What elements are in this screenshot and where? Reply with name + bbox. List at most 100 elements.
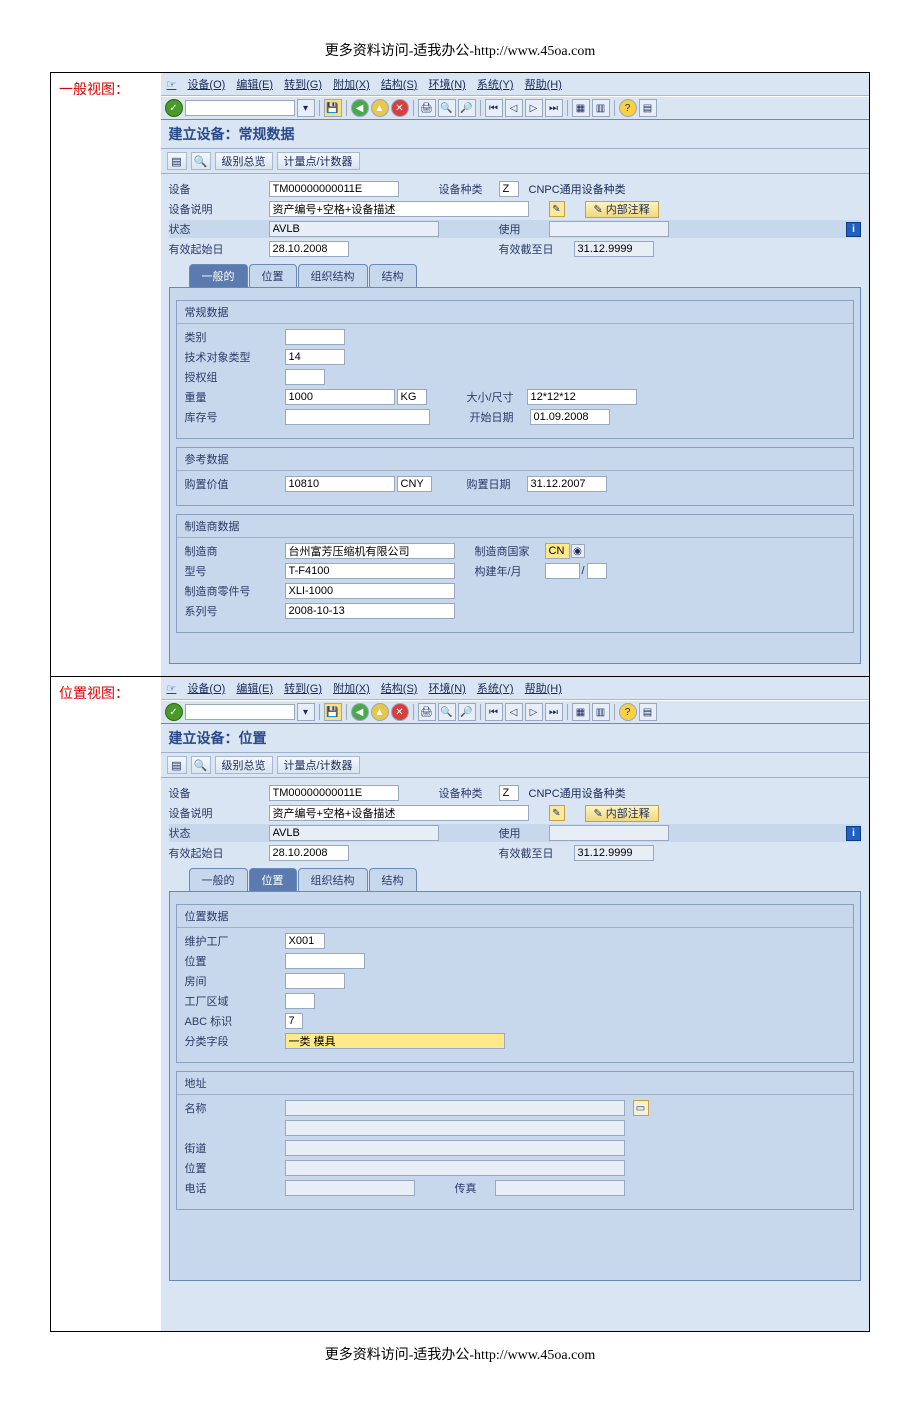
shortcut-icon[interactable]: ▥: [592, 99, 610, 117]
serial-field[interactable]: [285, 603, 455, 619]
next-page-icon[interactable]: ▷: [525, 99, 543, 117]
back-icon[interactable]: ◀: [351, 99, 369, 117]
menu-icon[interactable]: ☞: [167, 79, 177, 91]
tab-location[interactable]: 位置: [249, 868, 297, 891]
menu-environment[interactable]: 环境(N): [429, 683, 466, 695]
address-details-icon[interactable]: ▭: [633, 1100, 649, 1116]
first-page-icon[interactable]: ⏮: [485, 99, 503, 117]
exit-icon[interactable]: ▲: [371, 703, 389, 721]
mfr-country-field[interactable]: [545, 543, 570, 559]
model-field[interactable]: [285, 563, 455, 579]
room-field[interactable]: [285, 973, 345, 989]
app-btn-1[interactable]: ▤: [167, 152, 187, 170]
acquisition-date-field[interactable]: [527, 476, 607, 492]
find-icon[interactable]: 🔍: [438, 703, 456, 721]
maint-plant-field[interactable]: [285, 933, 325, 949]
street-field[interactable]: [285, 1140, 625, 1156]
weight-field[interactable]: [285, 389, 395, 405]
menu-structure[interactable]: 结构(S): [381, 79, 418, 91]
find-icon[interactable]: 🔍: [438, 99, 456, 117]
new-session-icon[interactable]: ▦: [572, 99, 590, 117]
dropdown-button[interactable]: ▾: [297, 99, 315, 117]
last-page-icon[interactable]: ⏭: [545, 99, 563, 117]
prev-page-icon[interactable]: ◁: [505, 703, 523, 721]
valid-from-field[interactable]: [269, 845, 349, 861]
name2-field[interactable]: [285, 1120, 625, 1136]
location-field[interactable]: [285, 953, 365, 969]
tab-general[interactable]: 一般的: [189, 264, 248, 287]
inventory-field[interactable]: [285, 409, 430, 425]
class-overview-button[interactable]: 级别总览: [215, 756, 273, 774]
save-icon[interactable]: 💾: [324, 99, 342, 117]
app-btn-1[interactable]: ▤: [167, 756, 187, 774]
info-icon[interactable]: i: [846, 222, 861, 237]
f4-help-icon[interactable]: ◉: [571, 544, 585, 558]
constr-year-field[interactable]: [545, 563, 580, 579]
tab-general[interactable]: 一般的: [189, 868, 248, 891]
object-type-field[interactable]: [285, 349, 345, 365]
category-field[interactable]: [499, 785, 519, 801]
tab-location[interactable]: 位置: [249, 264, 297, 287]
loc2-field[interactable]: [285, 1160, 625, 1176]
category-field[interactable]: [499, 181, 519, 197]
layout-icon[interactable]: ▤: [639, 99, 657, 117]
save-icon[interactable]: 💾: [324, 703, 342, 721]
prev-page-icon[interactable]: ◁: [505, 99, 523, 117]
tab-organization[interactable]: 组织结构: [298, 868, 368, 891]
equipment-field[interactable]: [269, 181, 399, 197]
menu-edit[interactable]: 编辑(E): [236, 79, 273, 91]
new-session-icon[interactable]: ▦: [572, 703, 590, 721]
start-date-field[interactable]: [530, 409, 610, 425]
menu-system[interactable]: 系统(Y): [477, 79, 514, 91]
sort-field[interactable]: [285, 1033, 505, 1049]
menu-structure[interactable]: 结构(S): [381, 683, 418, 695]
measuring-points-button[interactable]: 计量点/计数器: [277, 756, 360, 774]
exit-icon[interactable]: ▲: [371, 99, 389, 117]
internal-notes-button[interactable]: ✎ 内部注释: [585, 201, 659, 218]
menu-help[interactable]: 帮助(H): [525, 683, 562, 695]
menu-environment[interactable]: 环境(N): [429, 79, 466, 91]
menu-system[interactable]: 系统(Y): [477, 683, 514, 695]
part-no-field[interactable]: [285, 583, 455, 599]
menu-help[interactable]: 帮助(H): [525, 79, 562, 91]
edit-description-icon[interactable]: ✎: [549, 201, 565, 217]
info-icon[interactable]: i: [846, 826, 861, 841]
menu-extras[interactable]: 附加(X): [333, 683, 370, 695]
command-field[interactable]: [185, 704, 295, 720]
enter-button[interactable]: ✓: [165, 703, 183, 721]
weight-unit-field[interactable]: [397, 389, 427, 405]
back-icon[interactable]: ◀: [351, 703, 369, 721]
last-page-icon[interactable]: ⏭: [545, 703, 563, 721]
class-overview-button[interactable]: 级别总览: [215, 152, 273, 170]
menu-goto[interactable]: 转到(G): [284, 683, 322, 695]
cancel-icon[interactable]: ✕: [391, 99, 409, 117]
equipment-field[interactable]: [269, 785, 399, 801]
find-next-icon[interactable]: 🔎: [458, 703, 476, 721]
size-field[interactable]: [527, 389, 637, 405]
obj-category-field[interactable]: [285, 329, 345, 345]
valid-from-field[interactable]: [269, 241, 349, 257]
cancel-icon[interactable]: ✕: [391, 703, 409, 721]
enter-button[interactable]: ✓: [165, 99, 183, 117]
tab-structure[interactable]: 结构: [369, 868, 417, 891]
dropdown-button[interactable]: ▾: [297, 703, 315, 721]
description-field[interactable]: [269, 201, 529, 217]
name-field[interactable]: [285, 1100, 625, 1116]
first-page-icon[interactable]: ⏮: [485, 703, 503, 721]
plant-section-field[interactable]: [285, 993, 315, 1009]
measuring-points-button[interactable]: 计量点/计数器: [277, 152, 360, 170]
edit-description-icon[interactable]: ✎: [549, 805, 565, 821]
menu-edit[interactable]: 编辑(E): [236, 683, 273, 695]
print-icon[interactable]: 🖨: [418, 703, 436, 721]
manufacturer-field[interactable]: [285, 543, 455, 559]
menu-goto[interactable]: 转到(G): [284, 79, 322, 91]
layout-icon[interactable]: ▤: [639, 703, 657, 721]
command-field[interactable]: [185, 100, 295, 116]
menu-icon[interactable]: ☞: [167, 683, 177, 695]
acquisition-value-field[interactable]: [285, 476, 395, 492]
menu-extras[interactable]: 附加(X): [333, 79, 370, 91]
description-field[interactable]: [269, 805, 529, 821]
tab-organization[interactable]: 组织结构: [298, 264, 368, 287]
find-next-icon[interactable]: 🔎: [458, 99, 476, 117]
constr-month-field[interactable]: [587, 563, 607, 579]
